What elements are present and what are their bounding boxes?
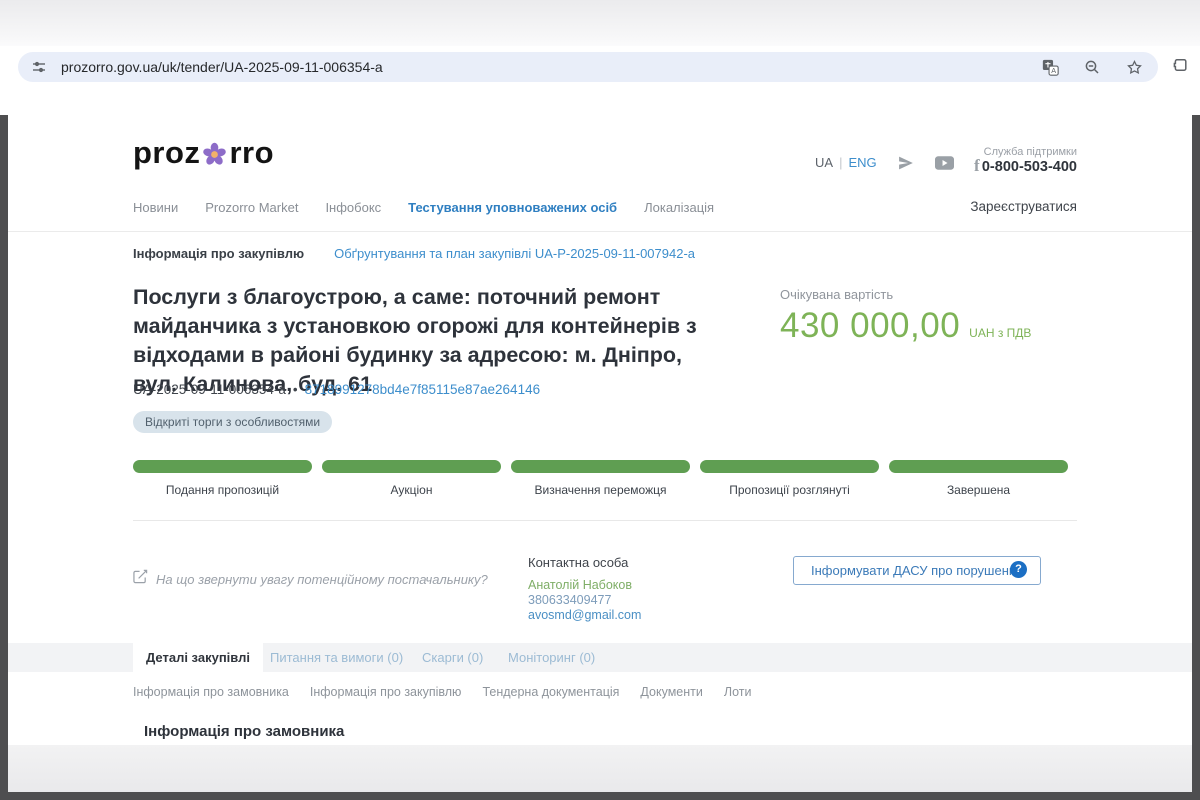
table-area-cutoff <box>8 745 1192 792</box>
svg-text:A: A <box>1051 66 1056 75</box>
supplier-hint-text[interactable]: На що звернути увагу потенційному постач… <box>156 572 488 587</box>
tender-hash-link[interactable]: 8718991278bd4e7f85115e87ae264146 <box>305 382 541 397</box>
subnav-tender-docs[interactable]: Тендерна документація <box>482 685 619 699</box>
content-divider <box>133 520 1077 521</box>
lang-ua[interactable]: UA <box>815 155 833 170</box>
screenshot-stage: prozorro.gov.ua/uk/tender/UA-2025-09-11-… <box>0 0 1200 800</box>
nav-testing[interactable]: Тестування уповноважених осіб <box>408 200 617 215</box>
subnav-documents[interactable]: Документи <box>640 685 702 699</box>
support-label: Служба підтримки <box>982 146 1077 158</box>
stage-bar <box>133 460 312 473</box>
facebook-icon[interactable]: f <box>974 156 980 176</box>
nav-localization[interactable]: Локалізація <box>644 200 714 215</box>
nav-infobox[interactable]: Інфобокс <box>325 200 381 215</box>
expected-value-label: Очікувана вартість <box>780 287 1031 302</box>
browser-tab-strip <box>0 0 1200 46</box>
report-dasu-button[interactable]: Інформувати ДАСУ про порушення <box>793 556 1041 585</box>
stage-label: Аукціон <box>322 483 501 497</box>
expected-value-amount: 430 000,00 <box>780 306 960 346</box>
stage-reviewed: Пропозиції розглянуті <box>700 460 879 497</box>
prozorro-page: proz rro UA | ENG <box>8 115 1192 792</box>
stage-auction: Аукціон <box>322 460 501 497</box>
stage-label: Подання пропозицій <box>133 483 312 497</box>
extensions-icon[interactable] <box>1172 57 1188 78</box>
logo-text-pre: proz <box>133 135 200 171</box>
logo-text-post: rro <box>229 135 274 171</box>
language-switch: UA | ENG <box>815 155 877 170</box>
id-separator: • <box>293 382 298 397</box>
contact-email[interactable]: avosmd@gmail.com <box>528 608 641 623</box>
contact-block: Контактна особа Анатолій Набоков 3806334… <box>528 555 641 623</box>
header-divider <box>8 231 1192 232</box>
social-links: f <box>896 155 980 176</box>
expected-value-block: Очікувана вартість 430 000,00 UAH з ПДВ <box>780 287 1031 346</box>
contact-phone[interactable]: 380633409477 <box>528 593 641 608</box>
zoom-out-icon[interactable] <box>1082 57 1102 77</box>
tab-complaints[interactable]: Скарги (0) <box>422 643 483 672</box>
stage-bar <box>889 460 1068 473</box>
expected-value-currency: UAH з ПДВ <box>969 326 1031 340</box>
lang-divider: | <box>839 155 842 170</box>
prozorro-logo[interactable]: proz rro <box>133 135 274 171</box>
breadcrumb-info[interactable]: Інформація про закупівлю <box>133 246 304 261</box>
stage-label: Пропозиції розглянуті <box>700 483 879 497</box>
flower-icon <box>201 141 228 168</box>
subnav-purchase-info[interactable]: Інформація про закупівлю <box>310 685 462 699</box>
stage-bar <box>322 460 501 473</box>
support-block: Служба підтримки 0-800-503-400 <box>982 146 1077 175</box>
translate-icon[interactable]: A <box>1040 57 1060 77</box>
tab-monitoring[interactable]: Моніторинг (0) <box>508 643 595 672</box>
stage-submission: Подання пропозицій <box>133 460 312 497</box>
contact-label: Контактна особа <box>528 555 641 570</box>
tab-questions[interactable]: Питання та вимоги (0) <box>270 643 403 672</box>
subnav-buyer-info[interactable]: Інформація про замовника <box>133 685 289 699</box>
nav-news[interactable]: Новини <box>133 200 178 215</box>
subnav-lots[interactable]: Лоти <box>724 685 752 699</box>
main-nav: Новини Prozorro Market Інфобокс Тестуван… <box>133 200 714 215</box>
browser-chrome: prozorro.gov.ua/uk/tender/UA-2025-09-11-… <box>0 0 1200 115</box>
stage-completed: Завершена <box>889 460 1068 497</box>
stage-progress: Подання пропозицій Аукціон Визначення пе… <box>133 460 1068 497</box>
tender-id: UA-2025-09-11-006354-a <box>133 382 286 397</box>
url-text[interactable]: prozorro.gov.ua/uk/tender/UA-2025-09-11-… <box>61 59 1040 75</box>
stage-label: Завершена <box>889 483 1068 497</box>
contact-name: Анатолій Набоков <box>528 578 641 593</box>
stage-label: Визначення переможця <box>511 483 690 497</box>
section-title: Інформація про замовника <box>144 723 344 740</box>
edit-icon <box>133 569 148 589</box>
breadcrumb: Інформація про закупівлю Обґрунтування т… <box>133 246 695 261</box>
breadcrumb-plan-link[interactable]: Обґрунтування та план закупівлі UA-P-202… <box>334 246 695 261</box>
register-link[interactable]: Зареєструватися <box>970 199 1077 214</box>
support-phone: 0-800-503-400 <box>982 159 1077 175</box>
site-settings-icon[interactable] <box>29 57 49 77</box>
stage-bar <box>700 460 879 473</box>
sub-nav: Інформація про замовника Інформація про … <box>133 685 751 699</box>
telegram-icon[interactable] <box>896 155 915 176</box>
supplier-hint[interactable]: На що звернути увагу потенційному постач… <box>133 569 488 589</box>
help-icon[interactable]: ? <box>1010 561 1027 578</box>
tender-id-row: UA-2025-09-11-006354-a • 8718991278bd4e7… <box>133 382 540 397</box>
youtube-icon[interactable] <box>935 156 954 175</box>
lang-eng[interactable]: ENG <box>848 155 876 170</box>
stage-winner: Визначення переможця <box>511 460 690 497</box>
tab-details[interactable]: Деталі закупівлі <box>133 643 263 672</box>
address-bar[interactable]: prozorro.gov.ua/uk/tender/UA-2025-09-11-… <box>18 52 1158 82</box>
tab-bar: Деталі закупівлі Питання та вимоги (0) С… <box>8 643 1192 672</box>
nav-market[interactable]: Prozorro Market <box>205 200 298 215</box>
procedure-badge: Відкриті торги з особливостями <box>133 411 332 433</box>
bookmark-star-icon[interactable] <box>1124 57 1144 77</box>
stage-bar <box>511 460 690 473</box>
